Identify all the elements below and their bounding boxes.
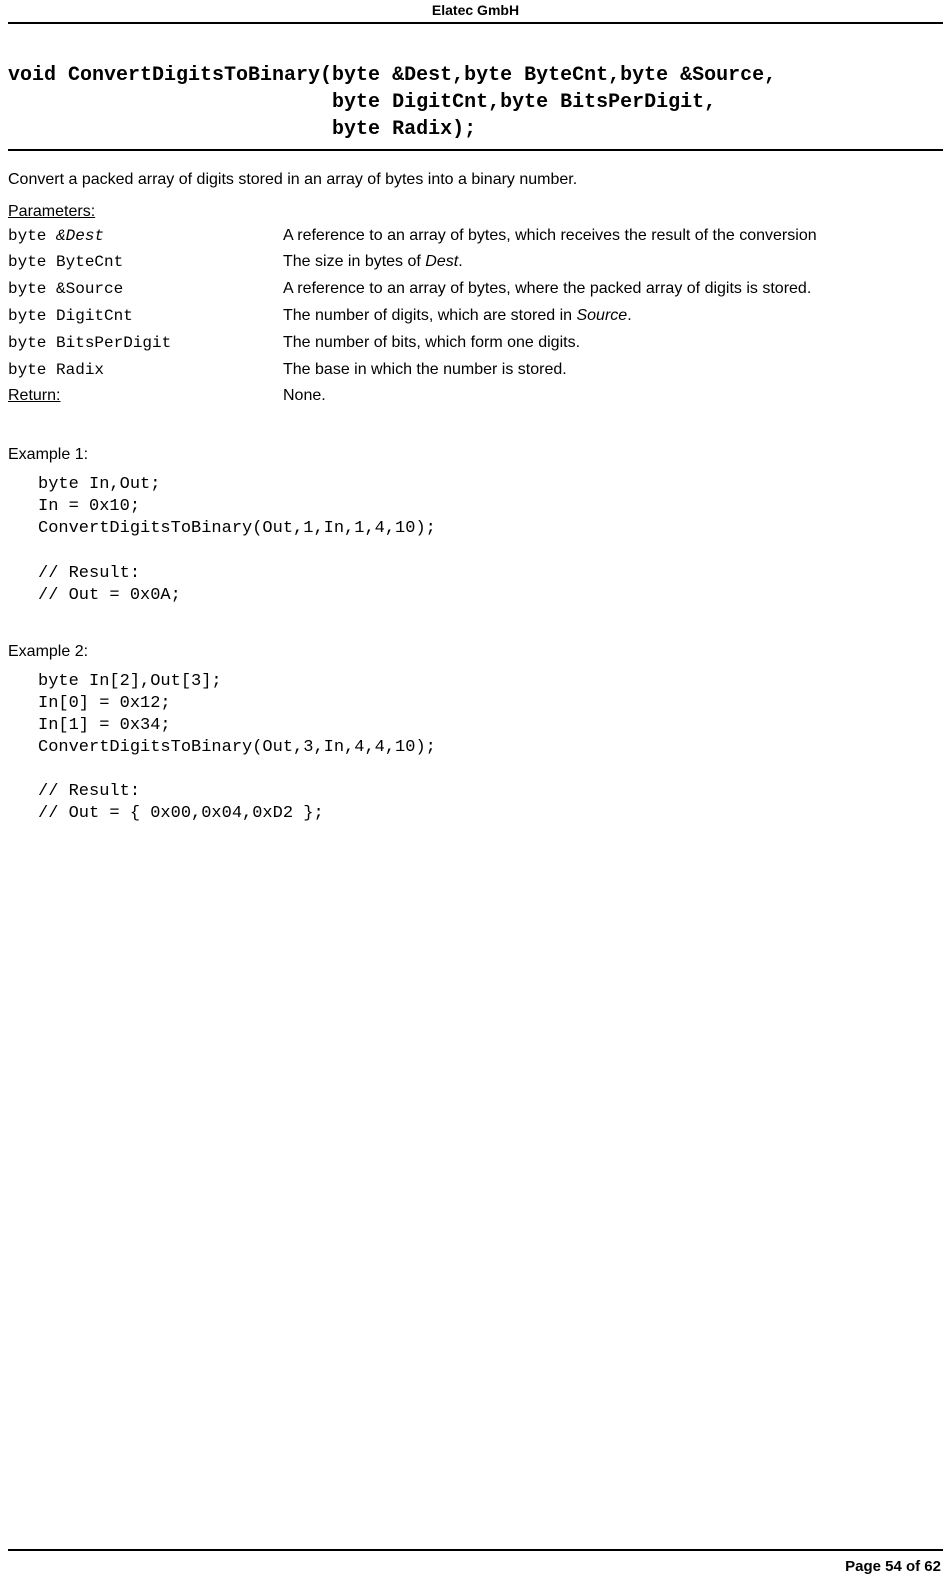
parameter-name: byte &Dest [8,223,283,250]
parameter-name: byte Radix [8,357,283,384]
parameter-name: byte &Source [8,276,283,303]
parameter-name: byte BitsPerDigit [8,330,283,357]
parameters-heading: Parameters: [8,203,943,221]
example-label: Example 2: [8,643,943,661]
page-header: Elatec GmbH [8,0,943,24]
parameters-table: byte &DestA reference to an array of byt… [8,223,943,411]
parameter-row: byte ByteCntThe size in bytes of Dest. [8,249,943,276]
parameter-row: byte DigitCntThe number of digits, which… [8,303,943,330]
page-number: Page 54 of 62 [845,1558,941,1575]
parameter-description: The base in which the number is stored. [283,357,943,384]
parameter-description: A reference to an array of bytes, where … [283,276,943,303]
example-code: byte In,Out; In = 0x10; ConvertDigitsToB… [38,474,943,607]
parameter-description: The number of digits, which are stored i… [283,303,943,330]
parameter-name: byte ByteCnt [8,249,283,276]
parameter-row: byte RadixThe base in which the number i… [8,357,943,384]
function-signature: void ConvertDigitsToBinary(byte &Dest,by… [8,62,943,151]
company-name: Elatec GmbH [432,2,519,18]
parameter-description: A reference to an array of bytes, which … [283,223,943,250]
return-value: None. [283,383,943,410]
page-footer: Page 54 of 62 [845,1558,941,1575]
parameter-row: byte BitsPerDigitThe number of bits, whi… [8,330,943,357]
function-description: Convert a packed array of digits stored … [8,169,943,191]
parameter-description: The number of bits, which form one digit… [283,330,943,357]
return-label: Return: [8,387,60,404]
footer-rule [8,1549,943,1551]
parameter-row: byte &SourceA reference to an array of b… [8,276,943,303]
page-content: void ConvertDigitsToBinary(byte &Dest,by… [0,24,951,825]
example-code: byte In[2],Out[3]; In[0] = 0x12; In[1] =… [38,671,943,826]
parameter-name: byte DigitCnt [8,303,283,330]
example-label: Example 1: [8,446,943,464]
parameter-description: The size in bytes of Dest. [283,249,943,276]
return-row: Return: None. [8,383,943,410]
parameter-row: byte &DestA reference to an array of byt… [8,223,943,250]
